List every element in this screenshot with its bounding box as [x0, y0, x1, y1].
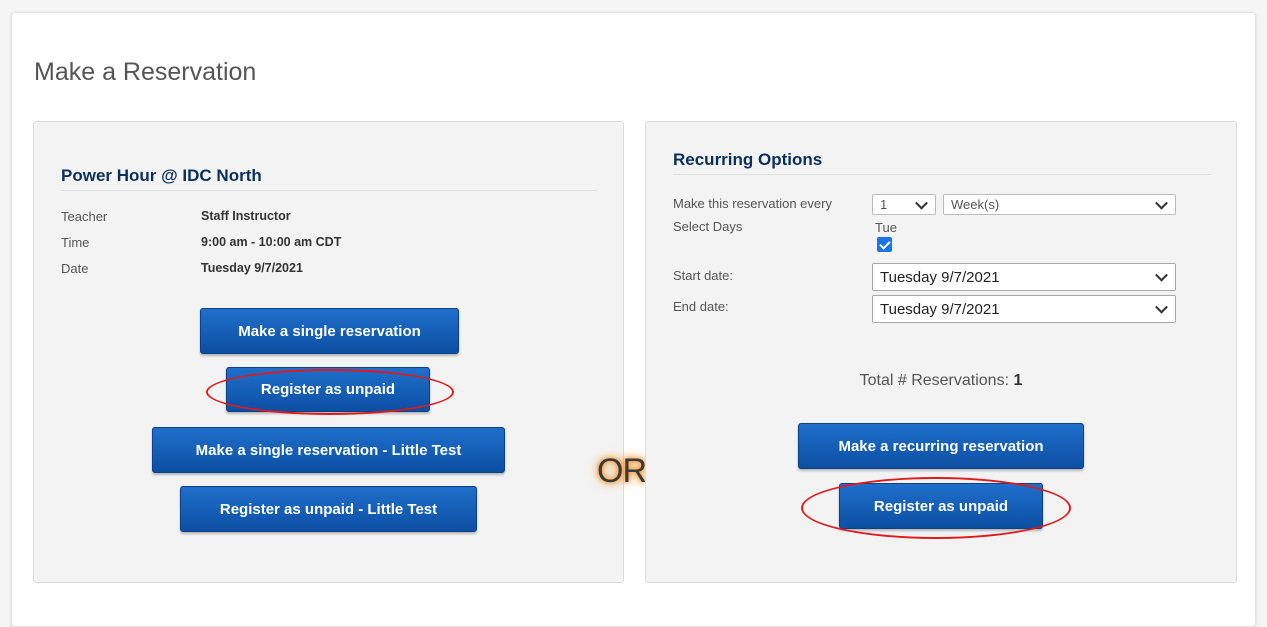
- class-title: Power Hour @ IDC North: [61, 166, 262, 185]
- page-title: Make a Reservation: [34, 58, 257, 86]
- day-label-tue: Tue: [875, 220, 897, 235]
- start-date-label: Start date:: [673, 268, 733, 283]
- total-reservations-label: Total # Reservations:: [859, 372, 1010, 389]
- chevron-down-icon: [1155, 268, 1168, 282]
- date-label: Date: [61, 261, 89, 276]
- chevron-down-icon: [1155, 300, 1168, 314]
- or-label: OR: [597, 452, 647, 490]
- date-value: Tuesday 9/7/2021: [201, 261, 303, 275]
- make-recurring-reservation-button[interactable]: Make a recurring reservation: [798, 423, 1084, 469]
- time-label: Time: [61, 235, 90, 250]
- recurrence-count-value: 1: [880, 197, 888, 212]
- chevron-down-icon: [1155, 196, 1168, 210]
- time-value: 9:00 am - 10:00 am CDT: [201, 235, 342, 249]
- recurrence-unit-select[interactable]: Week(s): [943, 194, 1176, 215]
- register-unpaid-little-test-button[interactable]: Register as unpaid - Little Test: [180, 486, 477, 532]
- teacher-label: Teacher: [61, 209, 108, 224]
- start-date-select[interactable]: Tuesday 9/7/2021: [872, 263, 1176, 291]
- teacher-value: Staff Instructor: [201, 209, 291, 223]
- make-single-reservation-button[interactable]: Make a single reservation: [200, 308, 459, 354]
- start-date-value: Tuesday 9/7/2021: [880, 268, 1000, 286]
- checkmark-icon: [878, 237, 891, 250]
- total-reservations: Total # Reservations: 1: [646, 372, 1236, 390]
- single-reservation-panel: Power Hour @ IDC North Teacher Staff Ins…: [33, 121, 624, 583]
- divider: [61, 190, 597, 191]
- select-days-label: Select Days: [673, 219, 743, 234]
- recurring-options-panel: Recurring Options Make this reservation …: [645, 121, 1237, 583]
- recurrence-count-select[interactable]: 1: [872, 194, 936, 215]
- recurring-title: Recurring Options: [673, 150, 823, 169]
- day-checkbox-tue[interactable]: [877, 237, 892, 252]
- divider: [673, 174, 1211, 175]
- make-single-reservation-little-test-button[interactable]: Make a single reservation - Little Test: [152, 427, 505, 473]
- recurrence-unit-value: Week(s): [951, 197, 1000, 212]
- total-reservations-value: 1: [1013, 372, 1023, 389]
- end-date-label: End date:: [673, 299, 729, 314]
- end-date-value: Tuesday 9/7/2021: [880, 300, 1000, 318]
- register-unpaid-recurring-button[interactable]: Register as unpaid: [839, 483, 1043, 529]
- register-unpaid-button[interactable]: Register as unpaid: [226, 367, 430, 412]
- end-date-select[interactable]: Tuesday 9/7/2021: [872, 295, 1176, 323]
- chevron-down-icon: [915, 196, 928, 210]
- every-label: Make this reservation every: [673, 196, 832, 211]
